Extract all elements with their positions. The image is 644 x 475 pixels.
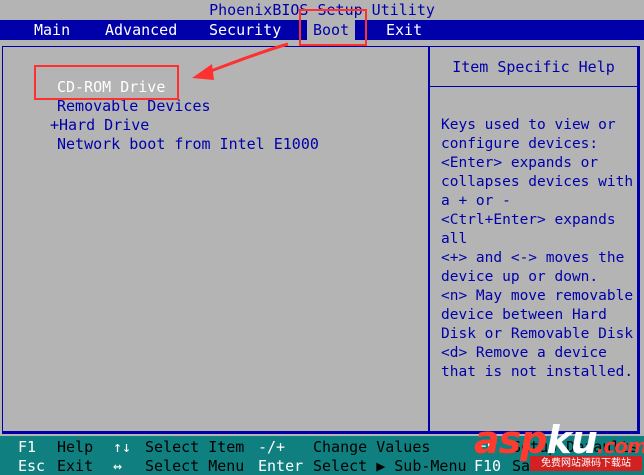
- help-title: Item Specific Help: [452, 58, 615, 76]
- annotation-box-boot-tab: [299, 9, 367, 46]
- tab-advanced[interactable]: Advanced: [105, 20, 177, 40]
- annotation-arrow-icon: [192, 42, 289, 80]
- watermark-brand-c: .com: [596, 434, 644, 458]
- footer-key-enter: Enter: [258, 457, 304, 475]
- footer-desc-change-values: Change Values: [313, 438, 431, 456]
- help-text: Keys used to view or configure devices: …: [441, 117, 634, 380]
- footer-key-f1: F1: [18, 438, 37, 456]
- footer-desc-select-item: Select Item: [145, 438, 245, 456]
- tab-main[interactable]: Main: [34, 20, 70, 40]
- footer-key-esc: Esc: [18, 457, 46, 475]
- footer-key-leftright: ↔: [113, 457, 123, 475]
- footer-desc-help: Help: [57, 438, 94, 456]
- footer-desc-select-menu: Select Menu: [145, 457, 245, 475]
- panel-divider: [428, 46, 430, 432]
- help-header-rule: [430, 86, 637, 87]
- annotation-box-cdrom: [34, 65, 179, 100]
- boot-item-network[interactable]: Network boot from Intel E1000: [57, 135, 319, 153]
- footer-key-updown: ↑↓: [113, 438, 132, 456]
- tab-security[interactable]: Security: [209, 20, 281, 40]
- footer-desc-select-submenu: Select ▶ Sub-Menu: [313, 457, 467, 475]
- footer-key-minus-plus: -/+: [258, 438, 286, 456]
- boot-item-hard-drive[interactable]: +Hard Drive: [50, 116, 149, 134]
- watermark-subtitle: 免费网站源码下载站: [530, 456, 642, 471]
- footer-desc-exit: Exit: [57, 457, 94, 475]
- tab-exit[interactable]: Exit: [386, 20, 422, 40]
